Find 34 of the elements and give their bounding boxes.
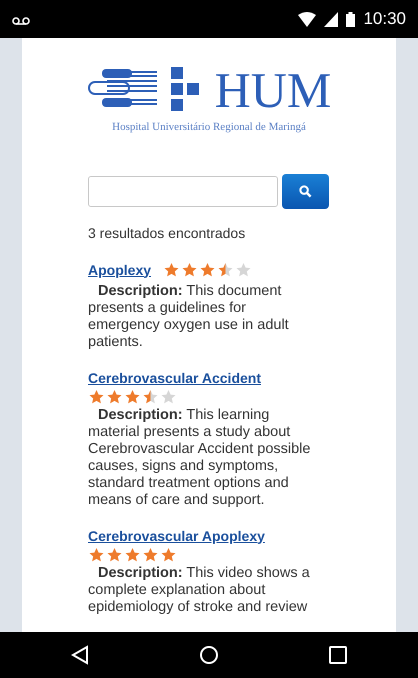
result-link[interactable]: Apoplexy bbox=[88, 260, 152, 280]
star-icon bbox=[199, 262, 216, 278]
search-field[interactable] bbox=[88, 176, 278, 206]
star-icon bbox=[106, 546, 123, 562]
star-icon bbox=[106, 388, 123, 404]
star-icon bbox=[217, 262, 234, 278]
star-icon bbox=[124, 546, 141, 562]
star-icon bbox=[235, 262, 252, 278]
result-link[interactable]: Cerebrovascular Apoplexy bbox=[88, 526, 265, 546]
result-description: Description: This document presents a guidelines for emergency oxygen use in adult patients. bbox=[88, 282, 290, 350]
star-icon bbox=[181, 262, 198, 278]
logo-subtitle: Hospital Universitário Regional de Maringá bbox=[112, 120, 306, 135]
star-icon bbox=[88, 546, 105, 562]
star-icon bbox=[163, 262, 180, 278]
back-icon[interactable] bbox=[71, 645, 89, 665]
battery-icon bbox=[346, 12, 356, 26]
star-icon bbox=[88, 388, 105, 404]
signal-icon bbox=[324, 12, 338, 26]
result-description: Description: This learning material presents a study about Cerebrovascular Accident possible causes, signs and symptoms, standard treatment options and means of care and support. bbox=[88, 406, 312, 508]
search-button[interactable] bbox=[282, 174, 329, 208]
star-icon bbox=[160, 388, 177, 404]
star-icon bbox=[142, 546, 159, 562]
logo-name: HUM bbox=[214, 65, 332, 115]
star-icon bbox=[160, 546, 177, 562]
result-description: Description: This video shows a complete explanation about epidemiology of stroke and review bbox=[88, 564, 311, 616]
search-icon bbox=[299, 184, 312, 198]
star-icon bbox=[142, 388, 159, 404]
status-time: 10:30 bbox=[363, 8, 406, 30]
results-count: 3 resultados encontrados bbox=[88, 224, 246, 242]
home-icon[interactable] bbox=[199, 645, 219, 665]
result-link[interactable]: Cerebrovascular Accident bbox=[88, 368, 261, 388]
star-icon bbox=[124, 388, 141, 404]
wifi-icon bbox=[298, 12, 316, 26]
recents-icon[interactable] bbox=[329, 646, 347, 664]
